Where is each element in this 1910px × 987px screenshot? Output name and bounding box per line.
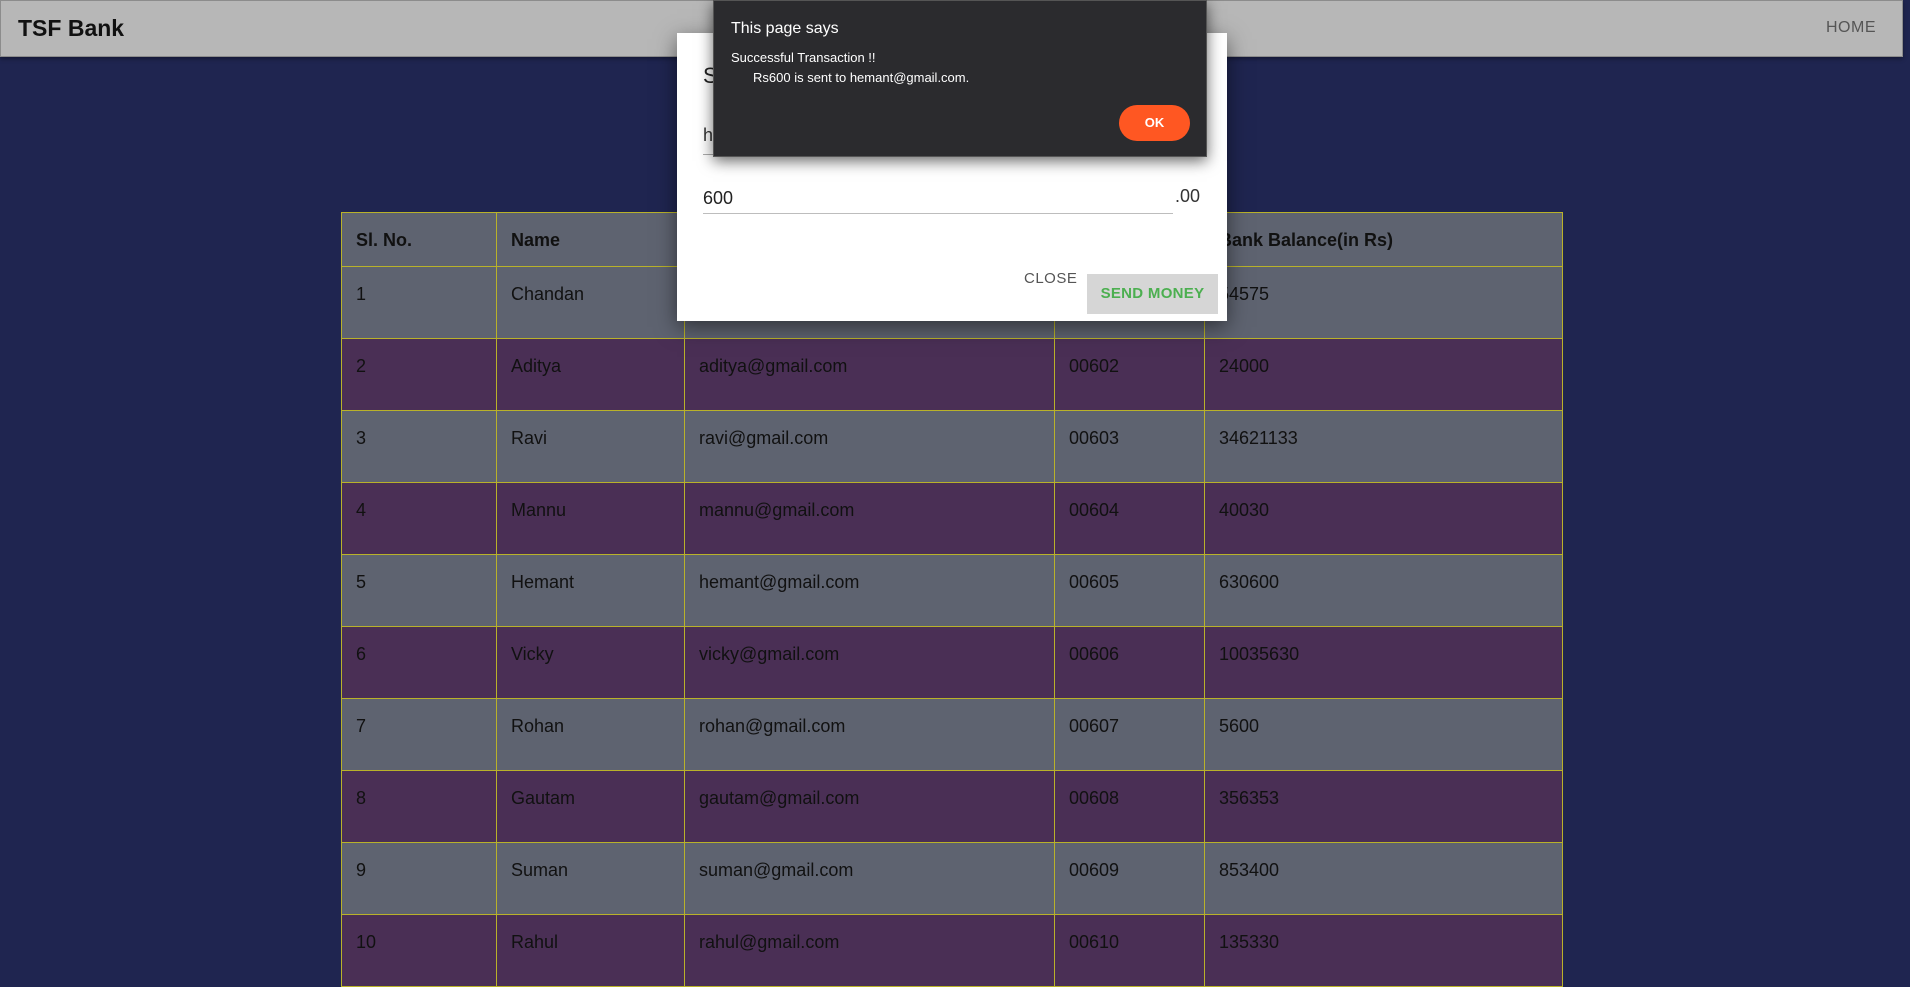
recipient-select[interactable]: h bbox=[703, 125, 713, 146]
cell-sl-no: 1 bbox=[341, 266, 497, 339]
cell-balance: 40030 bbox=[1204, 482, 1563, 555]
cell-sl-no: 4 bbox=[341, 482, 497, 555]
cell-sl-no: 3 bbox=[341, 410, 497, 483]
cell-email: rahul@gmail.com bbox=[684, 914, 1055, 987]
cell-sl-no: 9 bbox=[341, 842, 497, 915]
table-row: 2 Aditya aditya@gmail.com 00602 24000 bbox=[341, 338, 1563, 411]
send-money-button[interactable]: SEND MONEY bbox=[1087, 274, 1218, 314]
cell-sl-no: 7 bbox=[341, 698, 497, 771]
cell-balance: 5600 bbox=[1204, 698, 1563, 771]
cell-sl-no: 8 bbox=[341, 770, 497, 843]
cell-balance: 10035630 bbox=[1204, 626, 1563, 699]
cell-name: Vicky bbox=[496, 626, 685, 699]
header-balance: Bank Balance(in Rs) bbox=[1204, 212, 1563, 267]
cell-balance: 135330 bbox=[1204, 914, 1563, 987]
cell-account: 00605 bbox=[1054, 554, 1205, 627]
cell-name: Rohan bbox=[496, 698, 685, 771]
alert-message-line1: Successful Transaction !! bbox=[731, 50, 876, 65]
cell-email: rohan@gmail.com bbox=[684, 698, 1055, 771]
alert-message-line2: Rs600 is sent to hemant@gmail.com. bbox=[753, 70, 970, 85]
cell-email: gautam@gmail.com bbox=[684, 770, 1055, 843]
table-row: 4 Mannu mannu@gmail.com 00604 40030 bbox=[341, 482, 1563, 555]
cell-account: 00607 bbox=[1054, 698, 1205, 771]
table-row: 3 Ravi ravi@gmail.com 00603 34621133 bbox=[341, 410, 1563, 483]
cell-balance: 853400 bbox=[1204, 842, 1563, 915]
cell-sl-no: 2 bbox=[341, 338, 497, 411]
cell-balance: 356353 bbox=[1204, 770, 1563, 843]
table-row: 6 Vicky vicky@gmail.com 00606 10035630 bbox=[341, 626, 1563, 699]
table-row: 5 Hemant hemant@gmail.com 00605 630600 bbox=[341, 554, 1563, 627]
close-button[interactable]: CLOSE bbox=[1014, 259, 1087, 299]
table-row: 9 Suman suman@gmail.com 00609 853400 bbox=[341, 842, 1563, 915]
customers-table: Sl. No. Name Bank Balance(in Rs) 1 Chand… bbox=[341, 212, 1563, 987]
cell-sl-no: 5 bbox=[341, 554, 497, 627]
cell-name: Suman bbox=[496, 842, 685, 915]
amount-suffix: .00 bbox=[1175, 186, 1201, 206]
alert-title: This page says bbox=[731, 20, 839, 37]
cell-email: suman@gmail.com bbox=[684, 842, 1055, 915]
cell-name: Ravi bbox=[496, 410, 685, 483]
cell-balance: 54575 bbox=[1204, 266, 1563, 339]
cell-name: Rahul bbox=[496, 914, 685, 987]
cell-name: Hemant bbox=[496, 554, 685, 627]
cell-email: mannu@gmail.com bbox=[684, 482, 1055, 555]
cell-balance: 24000 bbox=[1204, 338, 1563, 411]
table-row: 8 Gautam gautam@gmail.com 00608 356353 bbox=[341, 770, 1563, 843]
header-sl-no: Sl. No. bbox=[341, 212, 497, 267]
cell-name: Aditya bbox=[496, 338, 685, 411]
cell-sl-no: 10 bbox=[341, 914, 497, 987]
cell-balance: 630600 bbox=[1204, 554, 1563, 627]
brand-logo[interactable]: TSF Bank bbox=[18, 15, 124, 42]
table-row: 7 Rohan rohan@gmail.com 00607 5600 bbox=[341, 698, 1563, 771]
cell-sl-no: 6 bbox=[341, 626, 497, 699]
amount-input[interactable] bbox=[703, 183, 1173, 214]
cell-balance: 34621133 bbox=[1204, 410, 1563, 483]
cell-name: Chandan bbox=[496, 266, 685, 339]
cell-account: 00609 bbox=[1054, 842, 1205, 915]
cell-account: 00602 bbox=[1054, 338, 1205, 411]
cell-account: 00604 bbox=[1054, 482, 1205, 555]
customers-table-wrap: Sl. No. Name Bank Balance(in Rs) 1 Chand… bbox=[341, 212, 1563, 987]
cell-account: 00610 bbox=[1054, 914, 1205, 987]
cell-email: vicky@gmail.com bbox=[684, 626, 1055, 699]
cell-account: 00608 bbox=[1054, 770, 1205, 843]
cell-email: hemant@gmail.com bbox=[684, 554, 1055, 627]
header-name: Name bbox=[496, 212, 685, 267]
cell-email: aditya@gmail.com bbox=[684, 338, 1055, 411]
cell-email: ravi@gmail.com bbox=[684, 410, 1055, 483]
nav-home-link[interactable]: HOME bbox=[1826, 19, 1876, 37]
cell-account: 00603 bbox=[1054, 410, 1205, 483]
cell-account: 00606 bbox=[1054, 626, 1205, 699]
cell-name: Mannu bbox=[496, 482, 685, 555]
table-row: 10 Rahul rahul@gmail.com 00610 135330 bbox=[341, 914, 1563, 987]
ok-button[interactable]: OK bbox=[1119, 105, 1190, 141]
alert-dialog: This page says Successful Transaction !!… bbox=[713, 0, 1207, 157]
cell-name: Gautam bbox=[496, 770, 685, 843]
